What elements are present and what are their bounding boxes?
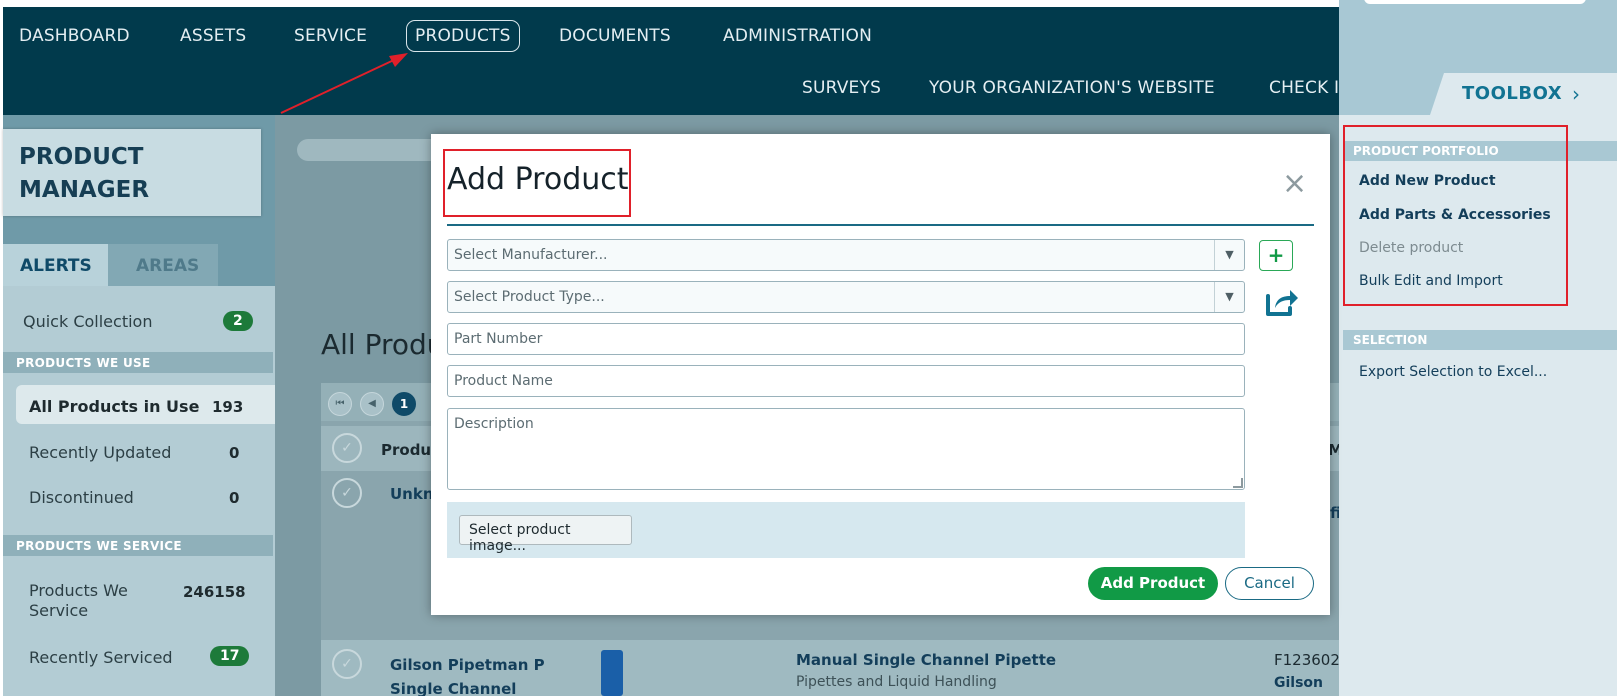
description-field[interactable]: Description [447,408,1245,490]
row2-product-name-line2[interactable]: Single Channel [390,680,516,696]
resize-handle-icon[interactable] [1233,478,1243,488]
nav-organization-website[interactable]: YOUR ORGANIZATION'S WEBSITE [929,78,1215,98]
quick-collection-badge: 2 [223,311,253,331]
row-check-icon[interactable]: ✓ [332,649,362,679]
row2-manufacturer[interactable]: Gilson [1274,675,1323,691]
share-icon[interactable] [1264,286,1300,320]
toolbox-export-selection[interactable]: Export Selection to Excel... [1359,364,1547,380]
pager-page-current[interactable]: 1 [392,392,416,416]
product-manager-title-line1: PRODUCT [19,144,144,170]
dropdown-arrow-icon[interactable]: ▼ [1214,282,1244,312]
sidebar-item-recently-serviced[interactable]: Recently Serviced [29,648,173,667]
toolbox-label[interactable]: TOOLBOX [1462,83,1562,104]
pipette-image [601,650,623,696]
nav-administration[interactable]: ADMINISTRATION [723,26,872,46]
product-name-placeholder: Product Name [454,373,553,389]
annotation-highlight-box [443,149,631,217]
pager-prev-icon[interactable]: ◀ [360,392,384,416]
product-manager-title: PRODUCT MANAGER [3,129,261,216]
tab-areas[interactable]: AREAS [108,244,218,286]
row2-product-type[interactable]: Manual Single Channel Pipette [796,651,1056,669]
chevron-right-icon[interactable]: › [1572,82,1580,106]
annotation-arrow [280,53,408,114]
modal-divider [447,224,1314,226]
products-we-service-line2: Service [29,601,89,620]
section-products-we-service: PRODUCTS WE SERVICE [3,535,273,556]
sidebar-item-discontinued[interactable]: Discontinued [29,488,134,507]
sidebar-item-all-products[interactable]: All Products in Use [29,397,199,416]
add-product-button[interactable]: Add Product [1088,567,1218,600]
close-icon[interactable]: × [1282,166,1307,201]
cancel-button[interactable]: Cancel [1225,567,1314,600]
products-we-service-count: 246158 [183,583,246,601]
plus-icon[interactable]: + [1259,240,1293,271]
manufacturer-select-placeholder: Select Manufacturer... [454,247,608,263]
recently-serviced-badge: 17 [210,646,250,666]
product-name-field[interactable]: Product Name [447,365,1245,397]
product-type-select[interactable]: Select Product Type... [447,281,1245,313]
top-navigation: DASHBOARD ASSETS SERVICE PRODUCTS DOCUME… [3,7,1339,115]
row2-product-name-line1[interactable]: Gilson Pipetman P [390,656,545,674]
row-check-icon[interactable]: ✓ [332,478,362,508]
annotation-highlight-box [1343,125,1568,306]
sidebar-item-products-we-service[interactable]: Products We Service [29,581,128,621]
nav-check-in[interactable]: CHECK I [1269,78,1339,98]
all-products-count: 193 [212,398,244,416]
part-number-placeholder: Part Number [454,331,543,347]
row2-part-number: F123602 [1274,651,1340,669]
pager-first-icon[interactable]: ⏮ [328,392,352,416]
sidebar-item-recently-updated[interactable]: Recently Updated [29,443,171,462]
tab-alerts[interactable]: ALERTS [3,244,108,286]
select-all-check-icon[interactable]: ✓ [332,433,362,463]
nav-surveys[interactable]: SURVEYS [802,78,881,98]
row2-product-category: Pipettes and Liquid Handling [796,674,997,690]
part-number-field[interactable]: Part Number [447,323,1245,355]
products-we-service-line1: Products We [29,581,128,600]
toolbox-search-input[interactable] [1364,0,1586,4]
description-placeholder: Description [454,416,534,432]
nav-products[interactable]: PRODUCTS [406,20,520,52]
sidebar-item-quick-collection[interactable]: Quick Collection [23,312,152,331]
recently-updated-count: 0 [229,444,240,462]
product-manager-title-line2: MANAGER [19,177,150,203]
discontinued-count: 0 [229,489,240,507]
manufacturer-select[interactable]: Select Manufacturer... [447,239,1245,271]
section-products-we-use: PRODUCTS WE USE [3,352,273,373]
toolbox-section-selection: SELECTION [1343,330,1617,350]
product-type-select-placeholder: Select Product Type... [454,289,605,305]
dropdown-arrow-icon[interactable]: ▼ [1214,240,1244,270]
page-title: All Produ [321,328,445,361]
select-image-button[interactable]: Select product image... [459,515,632,554]
nav-documents[interactable]: DOCUMENTS [559,26,671,46]
